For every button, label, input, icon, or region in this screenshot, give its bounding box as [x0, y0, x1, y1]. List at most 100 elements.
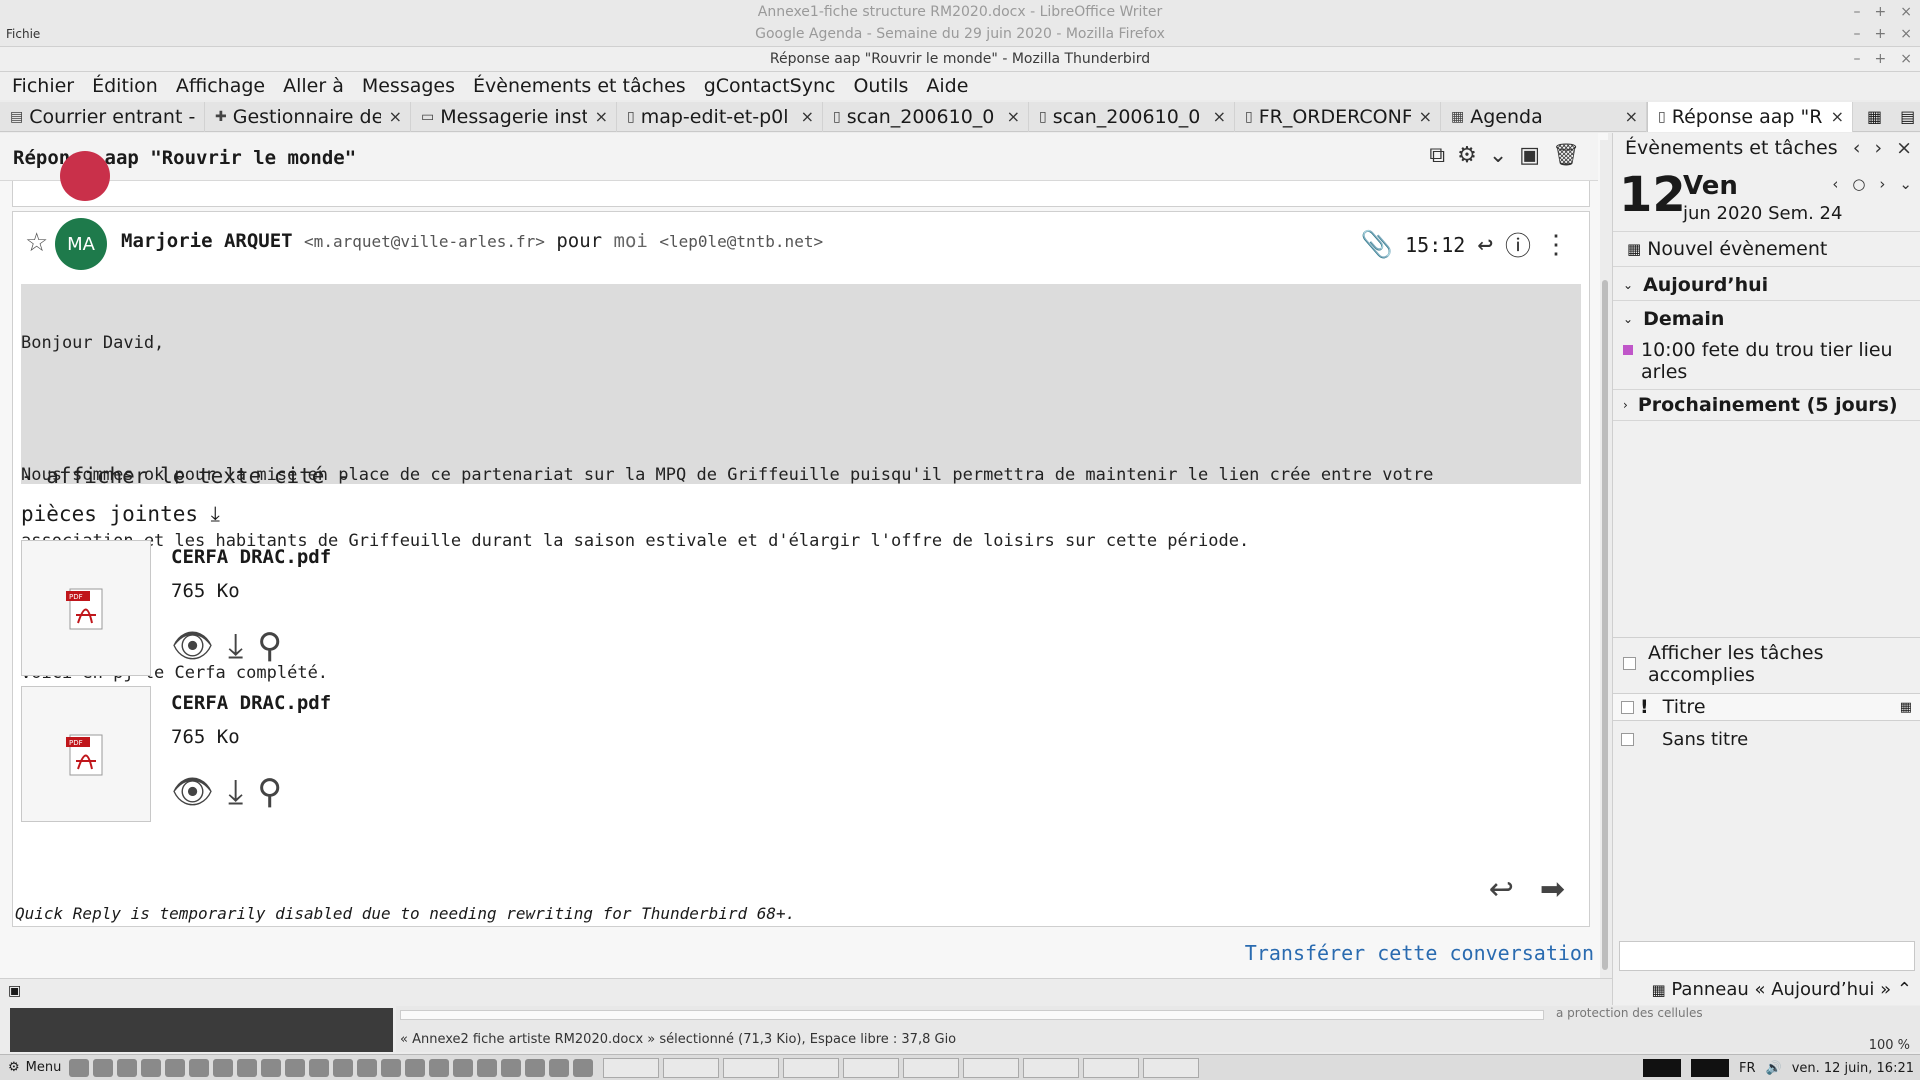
attachment-name[interactable]: CERFA DRAC.pdf	[171, 546, 331, 568]
window-button[interactable]	[663, 1057, 720, 1078]
window-button[interactable]	[603, 1057, 660, 1078]
launcher-icon[interactable]	[405, 1058, 426, 1077]
today-dot-icon[interactable]: ○	[1852, 175, 1865, 193]
launcher-icon[interactable]	[333, 1058, 354, 1077]
archive-icon[interactable]: ▣	[1519, 143, 1540, 168]
menu-aller[interactable]: Aller à	[283, 75, 344, 97]
tab-orderconf[interactable]: ▯ FR_ORDERCONF ×	[1235, 101, 1441, 132]
chevron-left-icon[interactable]: ‹	[1853, 137, 1861, 159]
eye-icon[interactable]: 👁	[171, 626, 214, 666]
menu-evenements[interactable]: Évènements et tâches	[473, 75, 686, 97]
window-button[interactable]	[723, 1057, 780, 1078]
search-icon[interactable]: ⚲	[257, 772, 282, 812]
tab-close-icon[interactable]: ×	[1831, 107, 1844, 126]
scrollbar-thumb[interactable]	[1602, 280, 1608, 970]
event-item[interactable]: 10:00 fete du trou tier lieu arles	[1613, 339, 1920, 383]
section-tomorrow[interactable]: ⌄ Demain	[1613, 303, 1920, 335]
maximize-button[interactable]: +	[1875, 47, 1887, 72]
window-button[interactable]	[1143, 1057, 1200, 1078]
menu-edition[interactable]: Édition	[92, 75, 158, 97]
launcher-icon[interactable]	[69, 1058, 90, 1077]
forward-conversation-link[interactable]: Transférer cette conversation	[1245, 941, 1594, 965]
menu-affichage[interactable]: Affichage	[176, 75, 265, 97]
chevron-down-icon[interactable]: ⌄	[1489, 143, 1507, 168]
launcher-icon[interactable]	[453, 1058, 474, 1077]
window-button[interactable]	[783, 1057, 840, 1078]
clock[interactable]: ven. 12 juin, 16:21	[1792, 1061, 1914, 1076]
launcher-icon[interactable]	[213, 1058, 234, 1077]
tab-map-edit[interactable]: ▯ map-edit-et-p0l ×	[617, 101, 823, 132]
menu-messages[interactable]: Messages	[362, 75, 455, 97]
attachment-name[interactable]: CERFA DRAC.pdf	[171, 692, 331, 714]
forward-icon[interactable]: ➡	[1540, 872, 1565, 907]
menu-gcontactsync[interactable]: gContactSync	[704, 75, 836, 97]
launcher-icon[interactable]	[429, 1058, 450, 1077]
calendar-tab-icon[interactable]: ▦	[1867, 107, 1882, 126]
priority-column-icon[interactable]: !	[1640, 696, 1649, 718]
launcher-icon[interactable]	[141, 1058, 162, 1077]
window-button[interactable]	[1083, 1057, 1140, 1078]
activity-icon[interactable]: ▣	[8, 983, 21, 999]
reply-icon[interactable]: ↩	[1477, 230, 1493, 260]
volume-icon[interactable]: 🔊	[1766, 1061, 1782, 1076]
launcher-icon[interactable]	[381, 1058, 402, 1077]
launcher-icon[interactable]	[549, 1058, 570, 1077]
download-icon[interactable]: ⤓	[228, 772, 243, 812]
checkbox[interactable]	[1621, 700, 1634, 714]
tab-chat[interactable]: ▭ Messagerie inst ×	[411, 101, 617, 132]
message-scrollbar[interactable]	[1600, 140, 1610, 980]
checkbox[interactable]	[1623, 657, 1636, 670]
tab-addons[interactable]: ✚ Gestionnaire de ×	[205, 101, 411, 132]
tab-close-icon[interactable]: ×	[595, 107, 608, 126]
checkbox[interactable]	[1621, 732, 1634, 746]
window-button[interactable]	[963, 1057, 1020, 1078]
column-picker-icon[interactable]: ▦	[1900, 700, 1912, 715]
menu-fichier[interactable]: Fichier	[12, 75, 74, 97]
menu-aide[interactable]: Aide	[926, 75, 968, 97]
sender-name[interactable]: Marjorie ARQUET	[121, 230, 293, 252]
launcher-icon[interactable]	[357, 1058, 378, 1077]
tab-close-icon[interactable]: ×	[389, 107, 402, 126]
quick-add-task-input[interactable]	[1619, 941, 1915, 971]
launcher-icon[interactable]	[117, 1058, 138, 1077]
tab-close-icon[interactable]: ×	[1007, 107, 1020, 126]
tasks-tab-icon[interactable]: ▤	[1900, 107, 1915, 126]
show-quoted-link[interactable]: - afficher le texte cité -	[21, 464, 350, 488]
launcher-icon[interactable]	[477, 1058, 498, 1077]
chevron-right-icon[interactable]: ›	[1879, 175, 1885, 193]
previous-message-card[interactable]	[12, 151, 1590, 207]
section-today[interactable]: ⌄ Aujourd’hui	[1613, 269, 1920, 301]
window-button[interactable]	[843, 1057, 900, 1078]
minimize-button[interactable]: –	[1854, 47, 1861, 72]
launcher-icon[interactable]	[525, 1058, 546, 1077]
tab-close-icon[interactable]: ×	[1419, 107, 1432, 126]
today-pane-toggle[interactable]: ▦ Panneau « Aujourd’hui » ⌃	[1651, 979, 1912, 1000]
start-menu-button[interactable]: ⚙ Menu	[0, 1060, 69, 1075]
download-all-icon[interactable]: ⤓	[211, 502, 220, 526]
title-column-header[interactable]: Titre	[1663, 696, 1706, 718]
more-vertical-icon[interactable]: ⋮	[1543, 230, 1569, 260]
chevron-right-icon[interactable]: ›	[1874, 137, 1882, 159]
chevron-down-icon[interactable]: ⌄	[1899, 175, 1912, 193]
launcher-icon[interactable]	[573, 1058, 594, 1077]
eye-icon[interactable]: 👁	[171, 772, 214, 812]
tab-scan-2[interactable]: ▯ scan_200610_0 ×	[1029, 101, 1235, 132]
launcher-icon[interactable]	[237, 1058, 258, 1077]
launcher-icon[interactable]	[261, 1058, 282, 1077]
trash-icon[interactable]: 🗑	[1552, 143, 1580, 168]
chevron-left-icon[interactable]: ‹	[1832, 175, 1838, 193]
star-icon[interactable]: ☆	[25, 228, 48, 258]
task-row[interactable]: Sans titre	[1613, 725, 1920, 753]
show-completed-tasks[interactable]: Afficher les tâches accomplies	[1613, 637, 1920, 689]
tab-close-icon[interactable]: ×	[1625, 107, 1638, 126]
download-icon[interactable]: ⤓	[228, 626, 243, 666]
libreoffice-zoom[interactable]: 100 %	[1869, 1038, 1910, 1053]
launcher-icon[interactable]	[93, 1058, 114, 1077]
close-window-button[interactable]: ×	[1900, 47, 1912, 72]
window-button[interactable]	[1023, 1057, 1080, 1078]
gear-icon[interactable]: ⚙	[1457, 143, 1477, 168]
open-external-icon[interactable]: ⧉	[1429, 143, 1445, 168]
launcher-icon[interactable]	[189, 1058, 210, 1077]
tab-inbox[interactable]: ▤ Courrier entrant -	[0, 101, 205, 132]
launcher-icon[interactable]	[309, 1058, 330, 1077]
